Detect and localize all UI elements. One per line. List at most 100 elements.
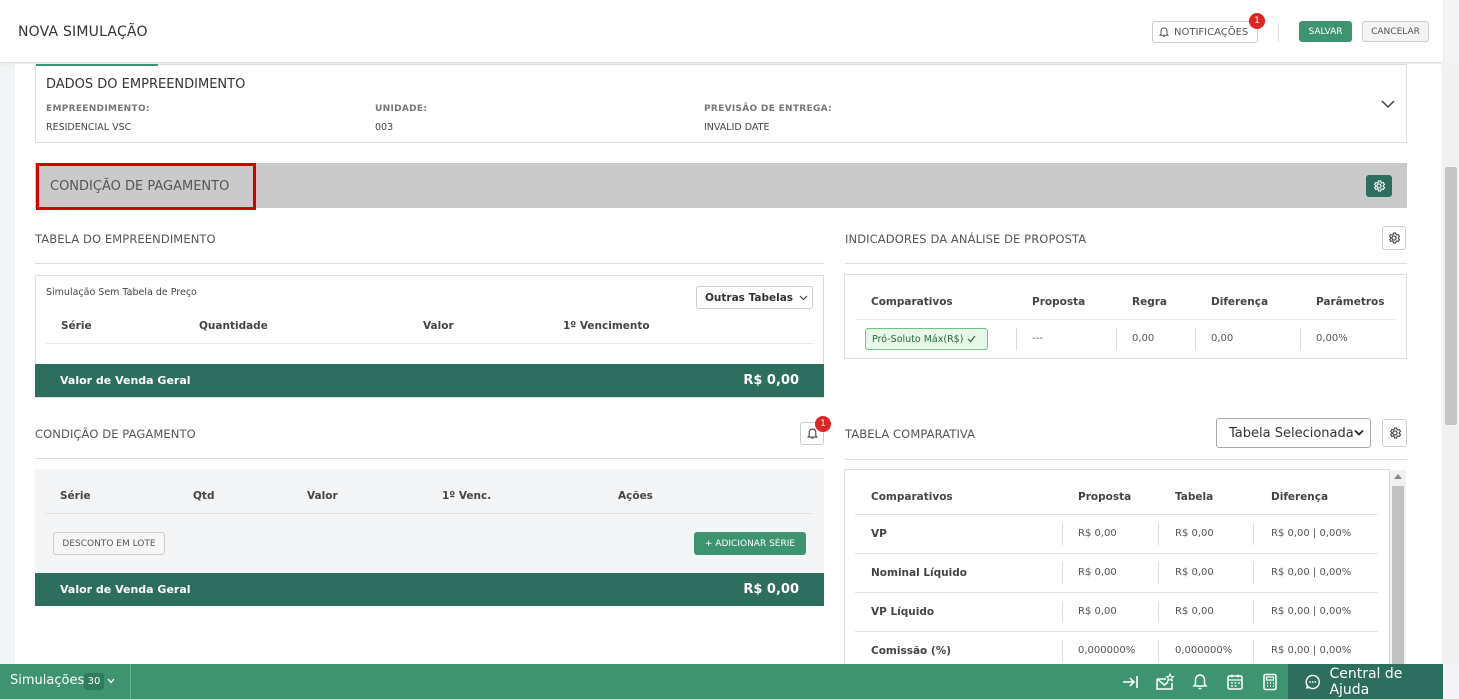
help-center-label: Central de Ajuda: [1329, 665, 1403, 698]
bell-icon[interactable]: [1190, 672, 1210, 692]
divider: [855, 319, 1396, 320]
cell-divider: [1062, 640, 1063, 662]
project-data-title: DADOS DO EMPREENDIMENTO: [46, 77, 246, 92]
scroll-up-arrow-icon[interactable]: [1394, 474, 1402, 479]
footer-value: R$ 0,00: [743, 373, 799, 388]
column-header: Valor: [307, 490, 338, 502]
cancel-button[interactable]: CANCELAR: [1362, 21, 1429, 42]
indicators-title: INDICADORES DA ANÁLISE DE PROPOSTA: [845, 232, 1087, 246]
cell-divider: [1158, 562, 1159, 584]
field-label-empreendimento: EMPREENDIMENTO:: [46, 104, 150, 114]
payment-notifications-badge: 1: [815, 416, 831, 432]
gear-icon: [1389, 427, 1401, 439]
column-header: Ações: [618, 490, 653, 502]
mail-star-icon[interactable]: [1155, 672, 1175, 692]
cell-diferenca: R$ 0,00 | 0,00%: [1271, 528, 1352, 539]
column-header: Proposta: [1032, 296, 1086, 308]
chat-icon: [1305, 674, 1320, 689]
indicator-diferenca: 0,00: [1211, 333, 1234, 344]
cell-tabela: R$ 0,00: [1175, 606, 1214, 617]
calendar-icon[interactable]: [1225, 672, 1245, 692]
save-button[interactable]: SALVAR: [1299, 21, 1352, 42]
notifications-badge: 1: [1249, 13, 1265, 29]
divider: [845, 459, 1407, 460]
cell-divider: [1116, 328, 1117, 350]
indicator-regra: 0,00: [1132, 333, 1155, 344]
cell-divider: [1062, 601, 1063, 623]
cell-diferenca: R$ 0,00 | 0,00%: [1271, 645, 1352, 656]
cell-divider: [1253, 601, 1254, 623]
project-table-footer: Valor de Venda Geral R$ 0,00: [35, 364, 824, 397]
page-title: NOVA SIMULAÇÃO: [18, 24, 148, 40]
indicators-settings-button[interactable]: [1382, 226, 1406, 250]
footer-value: R$ 0,00: [743, 582, 799, 597]
comparative-table-title: TABELA COMPARATIVA: [845, 427, 976, 441]
table-select-value: Tabela Selecionada: [1229, 425, 1354, 441]
comparative-scrollbar-thumb[interactable]: [1392, 486, 1404, 664]
pro-soluto-tag: Pró-Soluto Máx(R$): [865, 328, 988, 350]
gear-icon: [1373, 180, 1386, 192]
divider: [855, 514, 1378, 515]
field-value-empreendimento: RESIDENCIAL VSC: [46, 122, 132, 133]
collapse-arrow-icon[interactable]: [1120, 672, 1140, 692]
bell-icon: [806, 428, 818, 439]
column-header: Parâmetros: [1316, 296, 1385, 308]
divider: [46, 513, 813, 514]
cell-divider: [1158, 601, 1159, 623]
column-header: 1º Venc.: [442, 490, 492, 502]
column-header: Série: [60, 490, 91, 502]
project-data-card: DADOS DO EMPREENDIMENTO EMPREENDIMENTO: …: [35, 64, 1407, 143]
divider: [855, 553, 1378, 554]
divider: [845, 263, 1407, 264]
payment-condition-box: [35, 469, 824, 574]
calculator-icon[interactable]: [1260, 672, 1280, 692]
row-label: VP Líquido: [871, 606, 935, 618]
bottom-bar: Simulações 30 Central de Ajuda: [0, 664, 1443, 699]
indicator-proposta: ---: [1032, 333, 1043, 344]
other-tables-label: Outras Tabelas: [705, 291, 794, 304]
column-header: Série: [61, 320, 92, 332]
cell-divider: [1253, 562, 1254, 584]
add-series-button[interactable]: + ADICIONAR SÉRIE: [694, 532, 806, 555]
notifications-label: NOTIFICAÇÕES: [1174, 26, 1249, 38]
field-label-unidade: UNIDADE:: [375, 104, 428, 114]
cell-proposta: R$ 0,00: [1078, 567, 1117, 578]
project-table-subtitle: Simulação Sem Tabela de Preço: [46, 287, 197, 298]
row-label: VP: [871, 528, 887, 540]
cell-divider: [1195, 328, 1196, 350]
cell-divider: [1158, 523, 1159, 545]
table-select[interactable]: Tabela Selecionada: [1216, 418, 1371, 448]
divider: [855, 592, 1378, 593]
payment-condition-footer: Valor de Venda Geral R$ 0,00: [35, 573, 824, 606]
comparative-settings-button[interactable]: [1382, 419, 1407, 447]
divider: [35, 458, 824, 459]
payment-condition-section-bar: CONDIÇÃO DE PAGAMENTO: [35, 163, 1407, 210]
chevron-down-icon[interactable]: [107, 678, 115, 684]
column-header: Qtd: [193, 490, 215, 502]
divider: [855, 631, 1378, 632]
comparative-table-scrollbar[interactable]: [1390, 470, 1406, 664]
simulations-label[interactable]: Simulações: [10, 673, 84, 688]
column-header: Quantidade: [199, 320, 268, 332]
field-value-previsao: INVALID DATE: [704, 122, 770, 133]
notifications-button[interactable]: NOTIFICAÇÕES: [1152, 21, 1258, 43]
other-tables-dropdown[interactable]: Outras Tabelas: [696, 286, 813, 309]
divider: [46, 343, 813, 344]
cell-tabela: R$ 0,00: [1175, 567, 1214, 578]
payment-condition-title: CONDIÇÃO DE PAGAMENTO: [35, 427, 196, 441]
field-value-unidade: 003: [375, 122, 394, 133]
header-divider: [1278, 22, 1279, 42]
check-icon: [968, 335, 976, 343]
field-label-previsao: PREVISÃO DE ENTREGA:: [704, 104, 832, 114]
page-scrollbar-thumb[interactable]: [1445, 167, 1457, 425]
column-header: 1º Vencimento: [563, 320, 650, 332]
section-settings-button[interactable]: [1366, 175, 1392, 197]
help-center-button[interactable]: Central de Ajuda: [1288, 664, 1443, 699]
chevron-down-icon[interactable]: [1381, 99, 1395, 109]
column-header: Comparativos: [871, 491, 953, 503]
pro-soluto-label: Pró-Soluto Máx(R$): [872, 333, 964, 345]
cell-proposta: 0,000000%: [1078, 645, 1136, 656]
column-header: Proposta: [1078, 491, 1132, 503]
column-header: Diferença: [1211, 296, 1269, 308]
batch-discount-button[interactable]: DESCONTO EM LOTE: [53, 532, 165, 555]
